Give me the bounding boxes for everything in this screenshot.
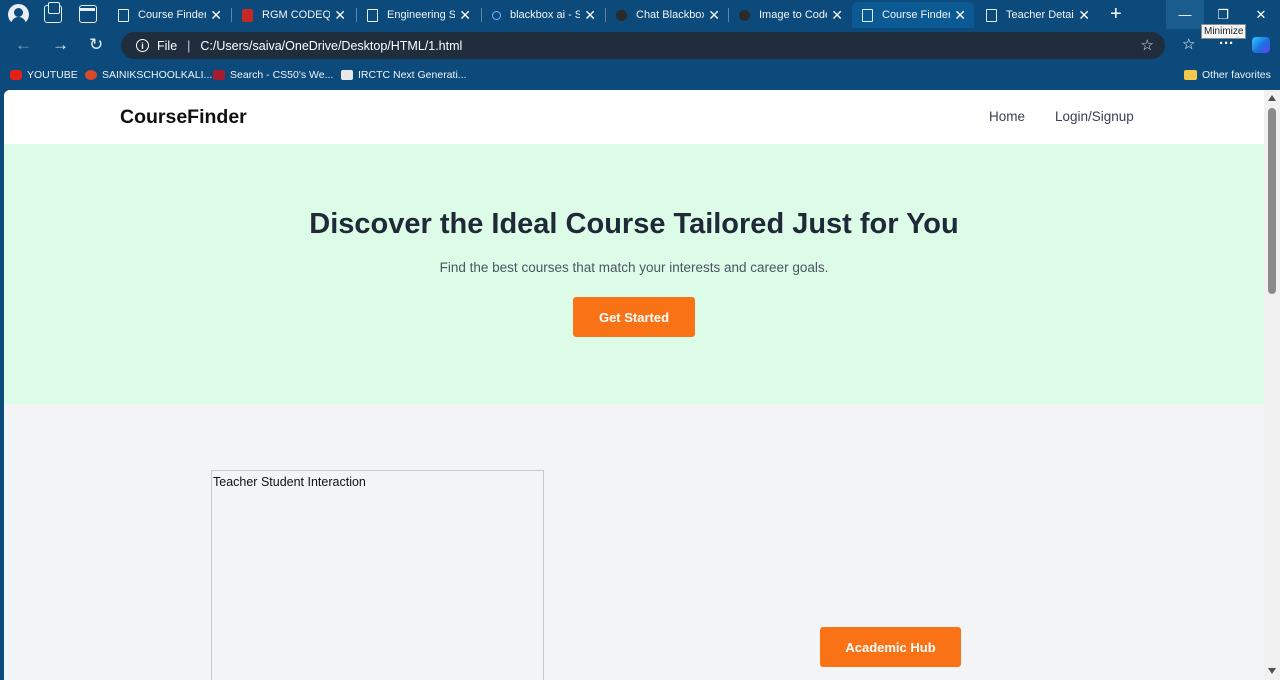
scroll-up-icon[interactable] <box>1268 95 1276 101</box>
hero-section: Discover the Ideal Course Tailored Just … <box>4 144 1264 404</box>
forward-icon[interactable]: → <box>52 35 69 55</box>
profile-avatar-icon[interactable] <box>8 4 29 25</box>
close-icon[interactable]: ✕ <box>831 7 843 24</box>
vertical-scrollbar[interactable] <box>1264 90 1280 680</box>
bookmark-irctc[interactable]: IRCTC Next Generati... <box>341 69 467 81</box>
harvard-icon <box>213 70 225 80</box>
site-navbar: CourseFinder Home Login/Signup <box>4 90 1264 144</box>
blackbox-icon <box>739 9 750 21</box>
close-icon[interactable]: ✕ <box>1078 7 1090 24</box>
nav-home-link[interactable]: Home <box>989 109 1025 124</box>
bookmark-cs50[interactable]: Search - CS50's We... <box>213 69 333 81</box>
school-icon <box>85 70 97 80</box>
tab-actions-icon[interactable] <box>79 5 97 23</box>
tab-bar: Course Finder ✕ RGM CODEQUEST ✕ Engineer… <box>0 0 1280 29</box>
page-viewport: CourseFinder Home Login/Signup Discover … <box>4 90 1280 680</box>
tab-rgm-codequest[interactable]: RGM CODEQUEST ✕ <box>232 2 354 28</box>
tab-chat-blackbox[interactable]: Chat Blackbox: AI ✕ <box>606 2 728 28</box>
bookmarks-bar: YOUTUBE SAINIKSCHOOLKALI... Search - CS5… <box>0 62 1280 88</box>
tab-course-finder-active[interactable]: Course Finder ✕ <box>852 2 974 28</box>
nav-login-link[interactable]: Login/Signup <box>1055 109 1134 124</box>
close-icon[interactable]: ✕ <box>210 7 222 24</box>
tab-engineering-subjects[interactable]: Engineering Subjects ✕ <box>357 2 479 28</box>
workspaces-icon[interactable] <box>44 2 62 23</box>
back-icon[interactable]: ← <box>15 35 32 55</box>
close-icon[interactable]: ✕ <box>334 7 346 24</box>
close-icon[interactable]: ✕ <box>954 7 966 24</box>
tab-teacher-details[interactable]: Teacher Details ✕ <box>976 2 1098 28</box>
star-icon[interactable]: ☆ <box>1141 36 1154 54</box>
copilot-icon[interactable] <box>1252 37 1270 53</box>
close-icon[interactable]: ✕ <box>584 7 596 24</box>
folder-icon <box>1184 70 1197 80</box>
minimize-icon[interactable]: — <box>1166 0 1204 29</box>
image-alt-text: Teacher Student Interaction <box>213 475 366 489</box>
refresh-icon[interactable]: ↻ <box>89 35 103 55</box>
irctc-icon <box>341 70 353 80</box>
hero-title: Discover the Ideal Course Tailored Just … <box>309 208 959 240</box>
page-icon <box>367 8 378 22</box>
site-brand[interactable]: CourseFinder <box>120 106 247 129</box>
youtube-icon <box>10 70 22 80</box>
tooltip: Minimize <box>1201 24 1247 39</box>
scroll-thumb[interactable] <box>1268 108 1276 294</box>
bookmark-youtube[interactable]: YOUTUBE <box>10 69 78 81</box>
page-icon <box>118 8 129 22</box>
tab-course-finder-1[interactable]: Course Finder ✕ <box>108 2 230 28</box>
pdf-icon <box>242 8 253 22</box>
url-text: C:/Users/saiva/OneDrive/Desktop/HTML/1.h… <box>200 38 463 53</box>
tab-blackbox-search[interactable]: blackbox ai - Search ✕ <box>482 2 604 28</box>
address-bar-row: ← → ↻ i File | C:/Users/saiva/OneDrive/D… <box>0 29 1280 62</box>
teacher-student-image: Teacher Student Interaction <box>211 470 544 680</box>
url-field[interactable]: i File | C:/Users/saiva/OneDrive/Desktop… <box>121 32 1165 59</box>
close-icon[interactable]: ✕ <box>459 7 471 24</box>
bookmark-sainikschool[interactable]: SAINIKSCHOOLKALI... <box>85 69 212 81</box>
hero-subtitle: Find the best courses that match your in… <box>439 260 829 275</box>
search-icon <box>492 10 501 20</box>
academic-hub-button[interactable]: Academic Hub <box>820 627 961 667</box>
blackbox-icon <box>616 9 627 21</box>
close-window-icon[interactable]: ✕ <box>1242 0 1280 29</box>
close-icon[interactable]: ✕ <box>708 7 720 24</box>
new-tab-icon[interactable]: + <box>1110 4 1122 24</box>
bookmark-other-favorites[interactable]: Other favorites <box>1184 69 1271 81</box>
page-icon <box>986 8 997 22</box>
tab-image-to-code[interactable]: Image to Code ✕ <box>729 2 851 28</box>
info-icon[interactable]: i <box>136 39 149 52</box>
get-started-button[interactable]: Get Started <box>573 297 695 337</box>
page-icon <box>862 8 873 22</box>
scroll-down-icon[interactable] <box>1268 668 1276 674</box>
favorites-icon[interactable]: ☆ <box>1182 35 1195 53</box>
